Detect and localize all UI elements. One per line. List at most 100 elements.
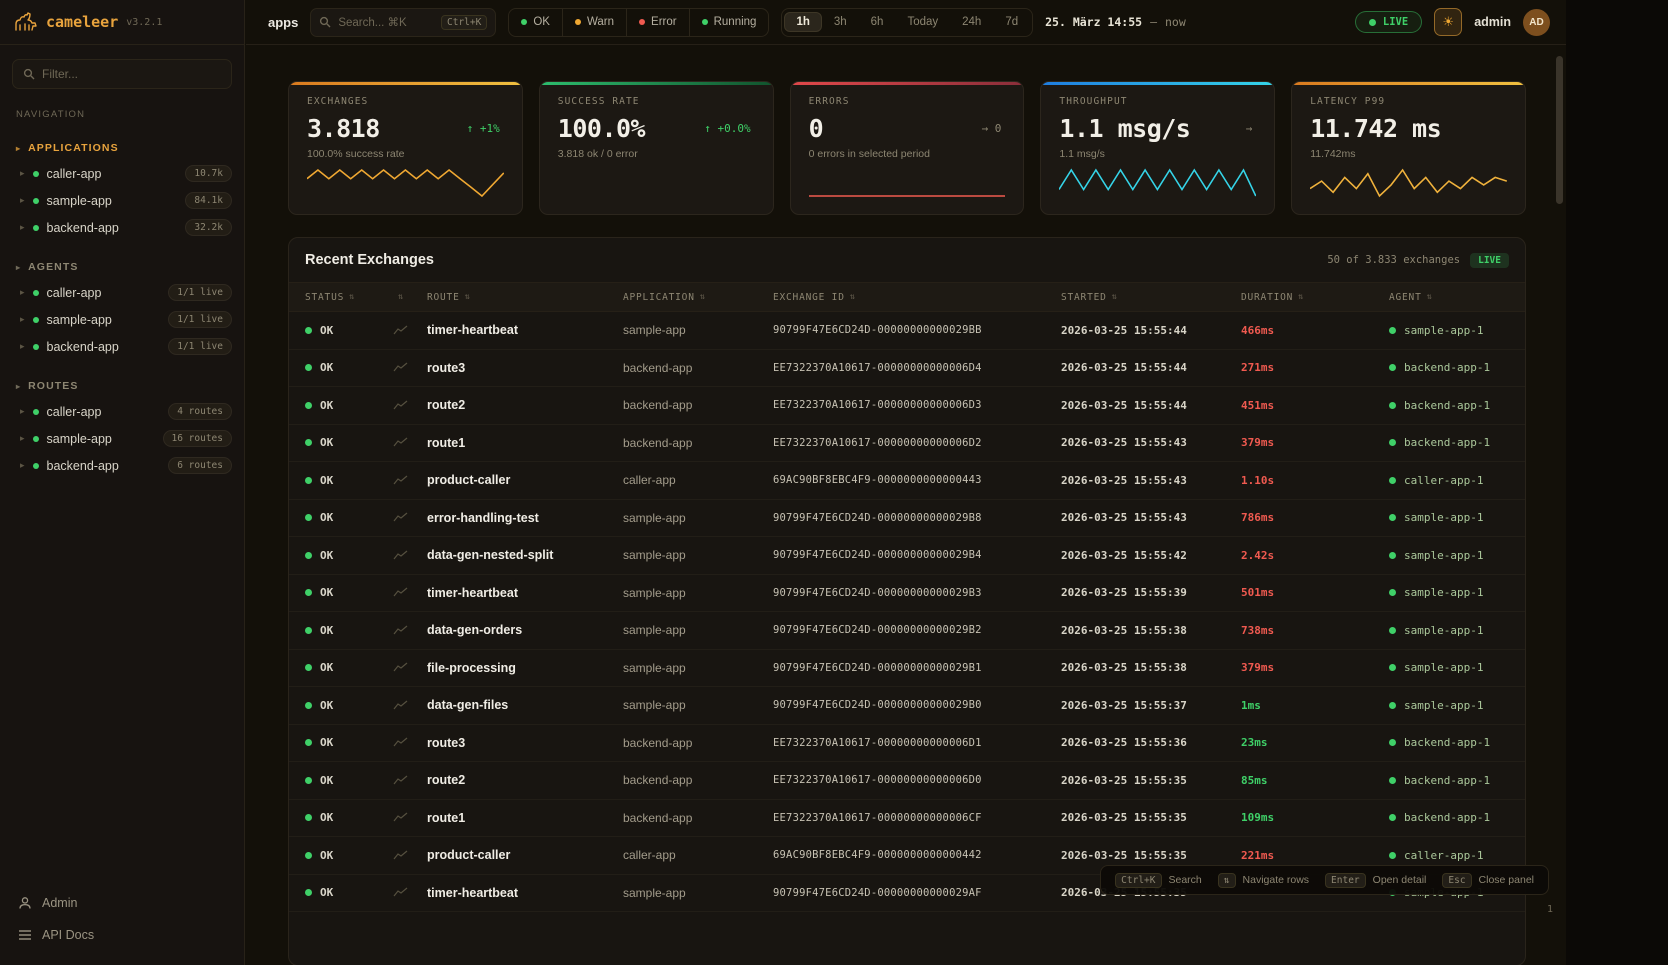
app-version: v3.2.1 [126,17,162,28]
time-range-button[interactable]: 7d [993,12,1030,32]
keyboard-hint: Ctrl+K Search [1115,873,1202,888]
table-row[interactable]: OK file-processing sample-app 90799F47E6… [289,650,1525,688]
hint-key: Enter [1325,873,1366,888]
row-application: backend-app [623,436,773,450]
trend-icon [393,850,408,861]
table-row[interactable]: OK timer-heartbeat sample-app 90799F47E6… [289,312,1525,350]
live-toggle[interactable]: LIVE [1355,11,1422,33]
row-duration: 466ms [1241,324,1389,337]
hint-label: Close panel [1479,874,1534,886]
time-range-button[interactable]: 24h [950,12,993,32]
sidebar-nav-item[interactable]: ▸ backend-app 6 routes [0,452,244,479]
sidebar-nav-item[interactable]: ▸ caller-app 1/1 live [0,279,244,306]
stat-trend: → [1246,122,1257,135]
row-application: backend-app [623,398,773,412]
status-filter-pill[interactable]: OK [509,9,562,36]
scrollbar-thumb[interactable] [1556,56,1563,204]
table-row[interactable]: OK data-gen-orders sample-app 90799F47E6… [289,612,1525,650]
table-row[interactable]: OK route2 backend-app EE7322370A10617-00… [289,387,1525,425]
row-started: 2026-03-25 15:55:44 [1061,324,1241,337]
row-status: OK [320,811,333,824]
sidebar-nav-item[interactable]: ▸ sample-app 84.1k [0,187,244,214]
status-dot [639,19,645,25]
time-range-button[interactable]: 1h [784,12,821,32]
column-header[interactable]: ROUTE ⇅ [427,292,623,303]
table-row[interactable]: OK data-gen-nested-split sample-app 9079… [289,537,1525,575]
sidebar-nav-item[interactable]: ▸ backend-app 1/1 live [0,333,244,360]
nav-section-title[interactable]: ▸ AGENTS [0,255,244,279]
row-duration: 1.10s [1241,474,1389,487]
nav-section-title[interactable]: ▸ ROUTES [0,374,244,398]
row-application: backend-app [623,361,773,375]
theme-toggle-button[interactable]: ☀ [1434,8,1462,36]
sidebar-nav-item[interactable]: ▸ sample-app 16 routes [0,425,244,452]
status-dot [33,198,39,204]
agent-status-dot [1389,777,1396,784]
row-status: OK [320,699,333,712]
row-route: data-gen-files [427,698,623,712]
column-header[interactable]: EXCHANGE ID ⇅ [773,292,1061,303]
sidebar-item-api-docs[interactable]: API Docs [0,919,244,951]
table-row[interactable]: OK error-handling-test sample-app 90799F… [289,500,1525,538]
keyboard-hints-bar: Ctrl+K Search ⇅ Navigate rows Enter Open… [1100,865,1549,895]
row-duration: 221ms [1241,849,1389,862]
filter-input[interactable]: Filter... [12,59,232,89]
avatar[interactable]: AD [1523,9,1550,36]
date-range[interactable]: 25. März 14:55 — now [1045,15,1186,29]
status-dot [33,436,39,442]
row-route: timer-heartbeat [427,886,623,900]
nav-section-items: ▸ caller-app 1/1 live ▸ sample-app 1/1 l… [0,279,244,360]
search-input[interactable]: Search... ⌘K Ctrl+K [310,8,496,37]
table-row[interactable]: OK data-gen-files sample-app 90799F47E6C… [289,687,1525,725]
row-status: OK [320,399,333,412]
hint-key: Ctrl+K [1115,873,1161,888]
status-dot [305,627,312,634]
sidebar-nav-item[interactable]: ▸ caller-app 10.7k [0,160,244,187]
sidebar-item-admin[interactable]: Admin [0,887,244,919]
column-header[interactable]: DURATION ⇅ [1241,292,1389,303]
chevron-right-icon: ▸ [20,433,25,444]
nav-item-label: sample-app [47,194,112,208]
agent-status-dot [1389,702,1396,709]
table-row[interactable]: OK route3 backend-app EE7322370A10617-00… [289,350,1525,388]
hint-label: Search [1169,874,1202,886]
time-range-button[interactable]: 6h [859,12,896,32]
row-route: data-gen-nested-split [427,548,623,562]
row-application: sample-app [623,586,773,600]
column-header[interactable]: APPLICATION ⇅ [623,292,773,303]
sort-icon: ⇅ [1427,292,1433,302]
column-header-label: ROUTE [427,292,460,303]
list-icon [18,929,32,941]
table-row[interactable]: OK route3 backend-app EE7322370A10617-00… [289,725,1525,763]
column-header[interactable]: STARTED ⇅ [1061,292,1241,303]
nav-section: ▸ ROUTES ▸ caller-app 4 routes ▸ sample-… [0,374,244,479]
column-header[interactable]: ⇅ [393,292,427,302]
table-row[interactable]: OK product-caller caller-app 69AC90BF8EB… [289,462,1525,500]
status-dot [305,477,312,484]
table-title: Recent Exchanges [305,252,434,268]
table-live-badge: LIVE [1470,253,1509,268]
status-dot [305,739,312,746]
row-application: sample-app [623,698,773,712]
nav-item-label: caller-app [47,286,102,300]
sidebar-nav-item[interactable]: ▸ backend-app 32.2k [0,214,244,241]
column-header[interactable]: STATUS ⇅ [305,292,393,303]
nav-section-title[interactable]: ▸ APPLICATIONS [0,136,244,160]
row-started: 2026-03-25 15:55:43 [1061,511,1241,524]
table-row[interactable]: OK route1 backend-app EE7322370A10617-00… [289,800,1525,838]
status-filter-pill[interactable]: Error [626,9,689,36]
sidebar-nav-item[interactable]: ▸ caller-app 4 routes [0,398,244,425]
table-row[interactable]: OK timer-heartbeat sample-app 90799F47E6… [289,575,1525,613]
column-header[interactable]: AGENT ⇅ [1389,292,1509,303]
table-row[interactable]: OK route1 backend-app EE7322370A10617-00… [289,425,1525,463]
status-filter-pill[interactable]: Warn [562,9,626,36]
time-range-button[interactable]: 3h [822,12,859,32]
sidebar-nav-item[interactable]: ▸ sample-app 1/1 live [0,306,244,333]
status-filter-pill[interactable]: Running [689,9,769,36]
trend-icon [393,437,408,448]
row-application: caller-app [623,848,773,862]
row-agent: backend-app-1 [1404,774,1490,787]
table-row[interactable]: OK route2 backend-app EE7322370A10617-00… [289,762,1525,800]
time-range-button[interactable]: Today [895,12,950,32]
sparkline-chart [307,165,504,199]
